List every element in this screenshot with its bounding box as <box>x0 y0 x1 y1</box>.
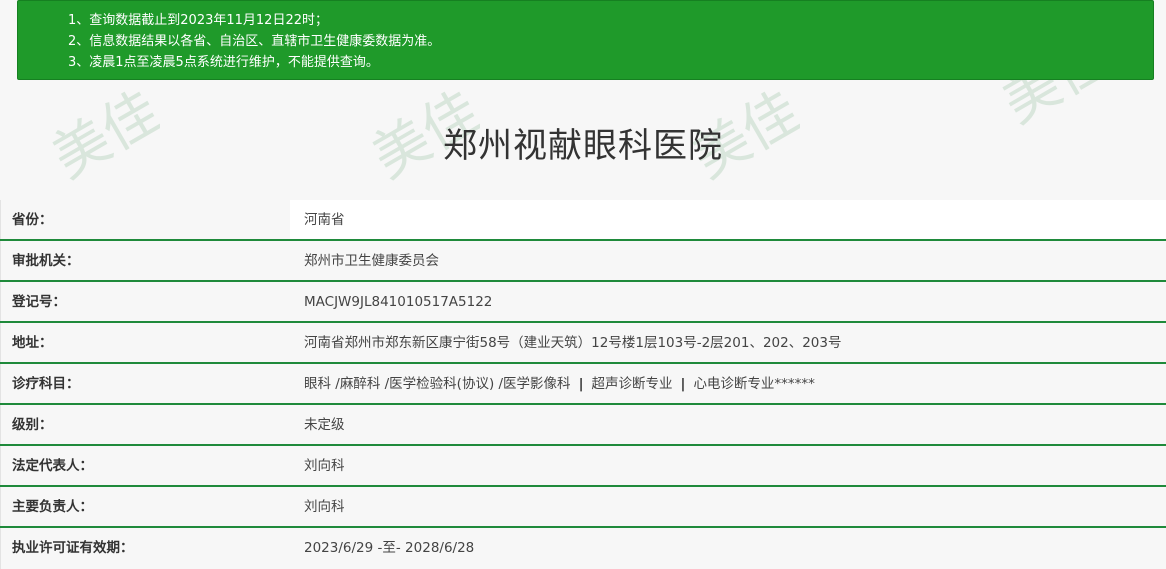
license-label: 执业许可证有效期： <box>0 528 290 569</box>
info-row-reg: 登记号： MACJW9JL841010517A5122 <box>0 282 1166 323</box>
dept-item: 超声诊断专业 <box>591 376 673 392</box>
level-value: 未定级 <box>290 405 1166 444</box>
info-row-license: 执业许可证有效期： 2023/6/29 -至- 2028/6/28 <box>0 528 1166 569</box>
notice-line: 1、查询数据截止到2023年11月12日22时； <box>68 13 328 28</box>
dept-value: 眼科 /麻醉科 /医学检验科(协议) /医学影像科 | 超声诊断专业 | 心电诊断专业*… <box>290 364 1166 403</box>
hospital-info-table: 省份： 河南省 审批机关： 郑州市卫生健康委员会 登记号： MACJW9JL84… <box>0 200 1166 569</box>
reg-value: MACJW9JL841010517A5122 <box>290 282 1166 321</box>
license-value: 2023/6/29 -至- 2028/6/28 <box>290 528 1166 569</box>
address-label: 地址： <box>0 323 290 362</box>
dept-separator: | <box>578 376 584 392</box>
info-row-legal-rep: 法定代表人： 刘向科 <box>0 446 1166 487</box>
dept-item: 眼科 /麻醉科 /医学检验科(协议) /医学影像科 <box>304 376 571 392</box>
info-row-departments: 诊疗科目： 眼科 /麻醉科 /医学检验科(协议) /医学影像科 | 超声诊断专业 | 心… <box>0 364 1166 405</box>
province-value: 河南省 <box>290 200 1166 239</box>
info-row-authority: 审批机关： 郑州市卫生健康委员会 <box>0 241 1166 282</box>
province-label: 省份： <box>0 200 290 239</box>
notice-line: 2、信息数据结果以各省、自治区、直辖市卫生健康委数据为准。 <box>68 34 441 49</box>
notice-line: 3、凌晨1点至凌晨5点系统进行维护，不能提供查询。 <box>68 55 379 70</box>
legal-rep-label: 法定代表人： <box>0 446 290 485</box>
address-value: 河南省郑州市郑东新区康宁街58号（建业天筑）12号楼1层103号-2层201、2… <box>290 323 1166 362</box>
principal-label: 主要负责人： <box>0 487 290 526</box>
info-row-address: 地址： 河南省郑州市郑东新区康宁街58号（建业天筑）12号楼1层103号-2层2… <box>0 323 1166 364</box>
reg-label: 登记号： <box>0 282 290 321</box>
authority-label: 审批机关： <box>0 241 290 280</box>
level-label: 级别： <box>0 405 290 444</box>
authority-value: 郑州市卫生健康委员会 <box>290 241 1166 280</box>
info-row-province: 省份： 河南省 <box>0 200 1166 241</box>
legal-rep-value: 刘向科 <box>290 446 1166 485</box>
dept-label: 诊疗科目： <box>0 364 290 403</box>
info-row-level: 级别： 未定级 <box>0 405 1166 446</box>
hospital-name: 郑州视献眼科医院 <box>443 126 723 166</box>
notice-banner: 1、查询数据截止到2023年11月12日22时； 2、信息数据结果以各省、自治区… <box>17 0 1154 80</box>
dept-separator: | <box>680 376 686 392</box>
principal-value: 刘向科 <box>290 487 1166 526</box>
info-row-principal: 主要负责人： 刘向科 <box>0 487 1166 528</box>
dept-item: 心电诊断专业****** <box>693 376 815 392</box>
